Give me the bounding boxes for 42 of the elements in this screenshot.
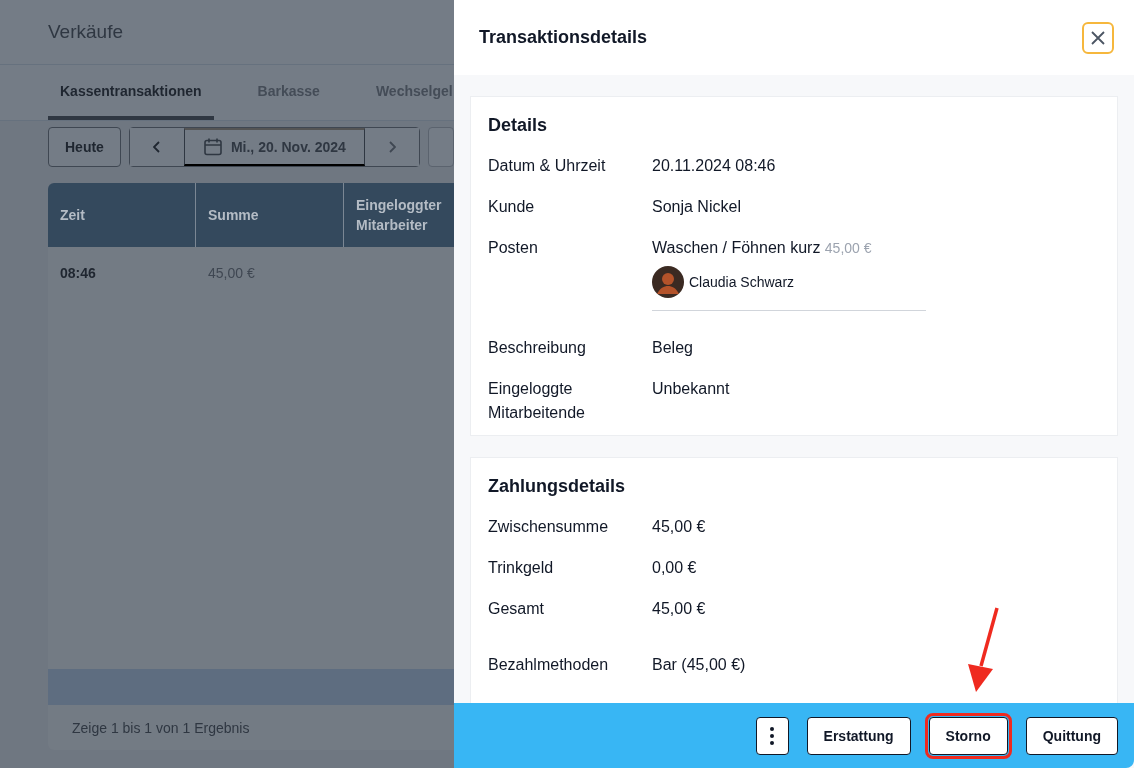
- field-value: 0,00 €: [652, 558, 697, 578]
- field-label: Beschreibung: [488, 338, 587, 358]
- field-label: Gesamt: [488, 599, 545, 619]
- field-label: Bezahlmethoden: [488, 655, 610, 675]
- calendar-icon: [202, 137, 223, 157]
- today-button[interactable]: Heute: [48, 127, 121, 167]
- field-label: Posten: [488, 238, 539, 258]
- field-value: Waschen / Föhnen kurz 45,00 €: [652, 238, 873, 258]
- chevron-left-icon: [152, 141, 161, 153]
- avatar-icon: [652, 266, 684, 298]
- field-label: Trinkgeld: [488, 558, 555, 578]
- table-cell-text: 08:46: [59, 264, 97, 283]
- toolbar-button[interactable]: [427, 127, 454, 167]
- tab[interactable]: Kassentransaktionen: [48, 65, 214, 120]
- column-header: Zeit: [48, 183, 196, 247]
- section-title: Details: [488, 115, 549, 136]
- staff-name: Claudia Schwarz: [689, 274, 795, 290]
- field-value: Bar (45,00 €): [652, 655, 746, 675]
- field-label: Datum & Uhrzeit: [488, 156, 607, 176]
- scrollbar-track[interactable]: [48, 669, 454, 705]
- more-icon: [770, 726, 775, 745]
- action-button[interactable]: Quittung: [1025, 716, 1118, 755]
- field-value: Sonja Nickel: [652, 197, 741, 217]
- field-value: 20.11.2024 08:46: [652, 156, 776, 176]
- more-button[interactable]: [755, 716, 789, 755]
- page-title: Verkäufe: [48, 21, 123, 43]
- field-label: Eingeloggte Mitarbeitende: [488, 379, 586, 423]
- field-label: Kunde: [488, 197, 536, 217]
- close-button[interactable]: [1082, 21, 1114, 54]
- action-button[interactable]: Erstattung: [806, 716, 911, 755]
- results-text: Zeige 1 bis 1 von 1 Ergebnis: [72, 719, 250, 736]
- field-value: Unbekannt: [652, 379, 730, 399]
- field-value: 45,00 €: [652, 517, 706, 537]
- chevron-right-icon: [387, 141, 396, 153]
- field-value: 45,00 €: [652, 599, 706, 619]
- section-title: Zahlungsdetails: [488, 476, 627, 497]
- field-value: Beleg: [652, 338, 693, 358]
- date-picker[interactable]: Mi., 20. Nov. 2024: [183, 128, 365, 166]
- field-label: Zwischensumme: [488, 517, 610, 537]
- column-header: Summe: [196, 183, 344, 247]
- close-icon: [1090, 29, 1106, 46]
- drawer-title: Transaktionsdetails: [479, 27, 648, 48]
